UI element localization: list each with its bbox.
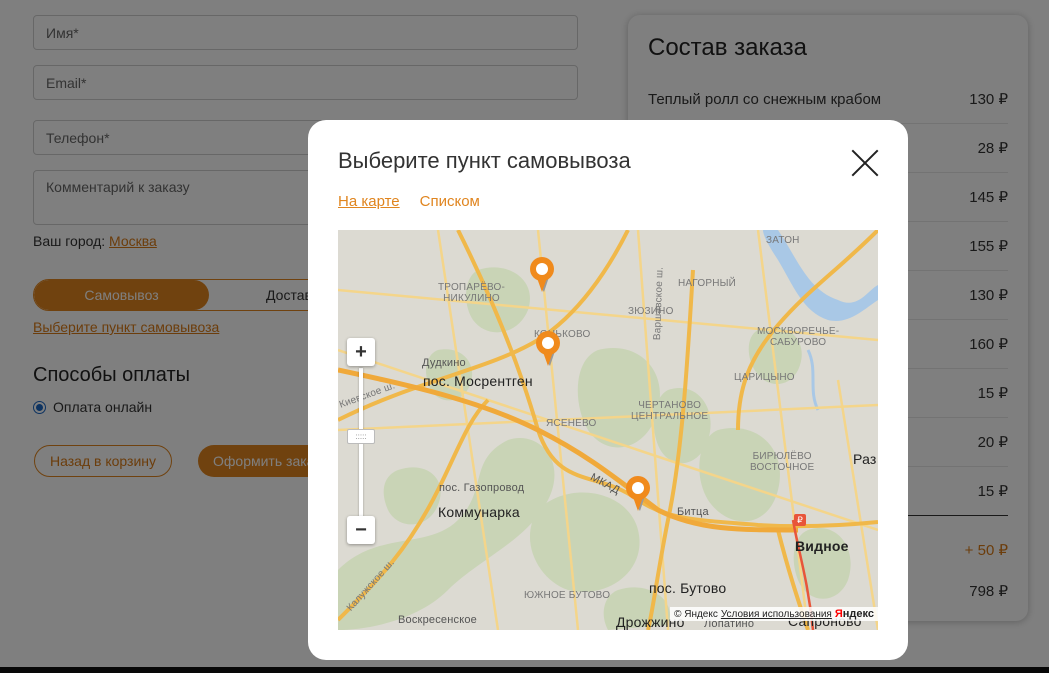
rail-station-icon: ₽ <box>794 514 806 526</box>
zoom-out-button[interactable]: − <box>347 516 375 544</box>
map-label: НАГОРНЫЙ <box>678 278 737 289</box>
map-label: пос. Газопровод <box>439 482 525 494</box>
map-label: Раз <box>853 451 877 467</box>
map-label: ЦАРИЦЫНО <box>734 372 795 383</box>
map-label: Дудкино <box>422 357 466 369</box>
map-label: ЯСЕНЕВО <box>546 418 597 429</box>
map-label: МОСКВОРЕЧЬЕ- САБУРОВО <box>757 326 840 348</box>
close-icon[interactable] <box>851 149 879 177</box>
map-label: ЗЮЗИНО <box>628 306 674 317</box>
map-label: Видное <box>795 538 849 554</box>
pickup-pin-icon[interactable] <box>624 475 652 513</box>
map-label: ЮЖНОЕ БУТОВО <box>524 590 611 601</box>
map-copyright: © Яндекс Условия использования Яндекс <box>670 607 878 621</box>
map-label: пос. Бутово <box>649 580 727 596</box>
tab-list[interactable]: Списком <box>420 193 480 210</box>
modal-tabs: На карте Списком <box>338 193 480 210</box>
pickup-modal: Выберите пункт самовывоза На карте Списк… <box>308 120 908 660</box>
map-base <box>338 230 878 630</box>
map-label: ЧЕРТАНОВО ЦЕНТРАЛЬНОЕ <box>631 400 709 422</box>
map-label: Битца <box>677 506 709 518</box>
zoom-in-button[interactable]: + <box>347 338 375 366</box>
terms-link[interactable]: Условия использования <box>721 609 832 620</box>
map-label: БИРЮЛЁВО ВОСТОЧНОЕ <box>750 451 815 473</box>
zoom-handle[interactable]: ::::: <box>347 429 375 444</box>
map-label: Воскресенское <box>398 614 477 626</box>
pickup-map[interactable]: ТРОПАРЁВО- НИКУЛИНО НАГОРНЫЙ ЗЮЗИНО КОНЬК… <box>338 230 878 630</box>
map-label: Коммунарка <box>438 504 520 520</box>
map-label: ЗАТОН <box>766 235 800 246</box>
map-label: ТРОПАРЁВО- НИКУЛИНО <box>438 282 505 304</box>
modal-title: Выберите пункт самовывоза <box>338 148 631 173</box>
pickup-pin-icon[interactable] <box>528 256 556 294</box>
map-label: пос. Мосрентген <box>423 373 533 389</box>
pickup-pin-icon[interactable] <box>534 330 562 368</box>
copyright-text: © Яндекс <box>674 608 718 620</box>
yandex-logo: Яндекс <box>834 608 874 620</box>
tab-map[interactable]: На карте <box>338 193 400 210</box>
